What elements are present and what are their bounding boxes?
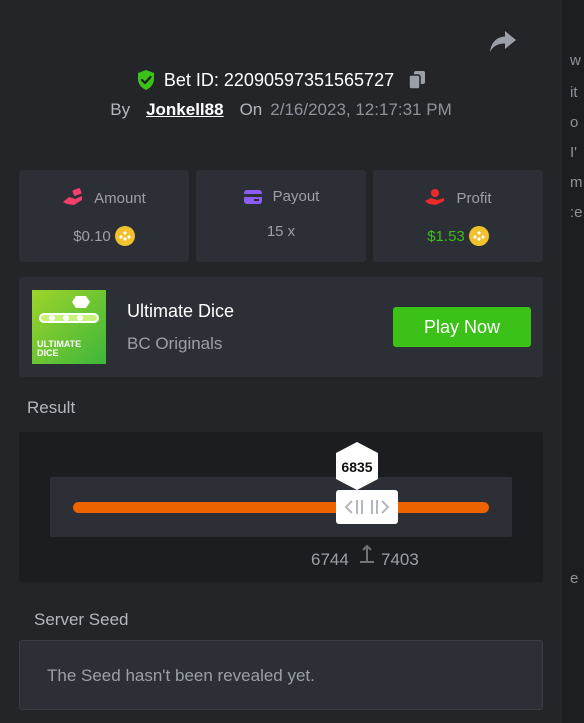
server-seed-text: The Seed hasn't been revealed yet. xyxy=(47,666,315,685)
game-name[interactable]: Ultimate Dice xyxy=(127,301,234,322)
background-text-fragment: o xyxy=(570,114,579,131)
dice-slider-icon xyxy=(39,296,99,323)
rolled-value: 6835 xyxy=(341,459,373,475)
amount-value: $0.10 xyxy=(73,227,111,245)
game-thumb-title: ULTIMATE DICE xyxy=(37,340,81,358)
amount-label: Amount xyxy=(94,189,146,207)
background-text-fragment: w xyxy=(570,52,581,69)
username-link[interactable]: Jonkell88 xyxy=(146,100,224,120)
bet-author-row: By Jonkell88 On 2/16/2023, 12:17:31 PM xyxy=(0,100,562,120)
result-label: Result xyxy=(27,398,76,417)
payout-card: Payout 15 x xyxy=(196,170,366,262)
background-text-fragment: e xyxy=(570,570,579,587)
range-high-value: 7403 xyxy=(381,550,419,569)
drag-handle-icon xyxy=(344,500,390,514)
bet-id-text: Bet ID: 22090597351565727 xyxy=(163,69,395,90)
background-text-fragment: m xyxy=(570,174,583,191)
bet-datetime: 2/16/2023, 12:17:31 PM xyxy=(270,100,452,119)
profit-label: Profit xyxy=(456,189,492,207)
background-text-fragment: it xyxy=(570,84,578,101)
game-card: ULTIMATE DICE Ultimate Dice BC Originals… xyxy=(19,277,543,377)
bet-id-row: Bet ID: 22090597351565727 xyxy=(0,68,562,92)
background-text-fragment: I' xyxy=(570,144,578,161)
coin-icon xyxy=(114,226,135,246)
on-label: On xyxy=(239,100,263,119)
payout-label: Payout xyxy=(272,188,320,205)
profit-hand-icon xyxy=(425,189,445,205)
background-text-fragment: :e xyxy=(570,204,583,221)
by-label: By xyxy=(110,100,131,119)
play-now-button[interactable]: Play Now xyxy=(393,307,531,347)
game-provider: BC Originals xyxy=(127,334,223,353)
game-thumbnail[interactable]: ULTIMATE DICE xyxy=(32,290,106,364)
shield-check-icon xyxy=(137,70,154,90)
wallet-card-icon xyxy=(243,189,262,204)
copy-icon[interactable] xyxy=(408,70,426,90)
background-page-strip: w it o I' m :e e xyxy=(562,0,584,723)
slider-handle[interactable] xyxy=(336,490,398,524)
bet-details-modal: Bet ID: 22090597351565727 By Jonkell88 O… xyxy=(0,0,562,723)
share-arrow-icon[interactable] xyxy=(488,28,518,56)
range-low-value: 6744 xyxy=(311,550,349,569)
result-track xyxy=(73,502,489,513)
profit-card: Profit $1.53 xyxy=(373,170,543,262)
money-hand-icon xyxy=(63,188,83,205)
server-seed-label: Server Seed xyxy=(34,610,129,629)
game-thumb-line-2: DICE xyxy=(37,348,59,358)
range-marker-icon xyxy=(360,544,374,563)
profit-value: $1.53 xyxy=(427,227,465,245)
amount-card: Amount $0.10 xyxy=(19,170,189,262)
payout-value: 15 x xyxy=(266,223,296,240)
result-box: 6835 6744 7403 xyxy=(19,432,543,582)
coin-icon xyxy=(468,226,489,246)
server-seed-box: The Seed hasn't been revealed yet. xyxy=(19,640,543,710)
bet-stats: Amount $0.10 Payout 15 x Profit $1.53 xyxy=(19,170,543,262)
